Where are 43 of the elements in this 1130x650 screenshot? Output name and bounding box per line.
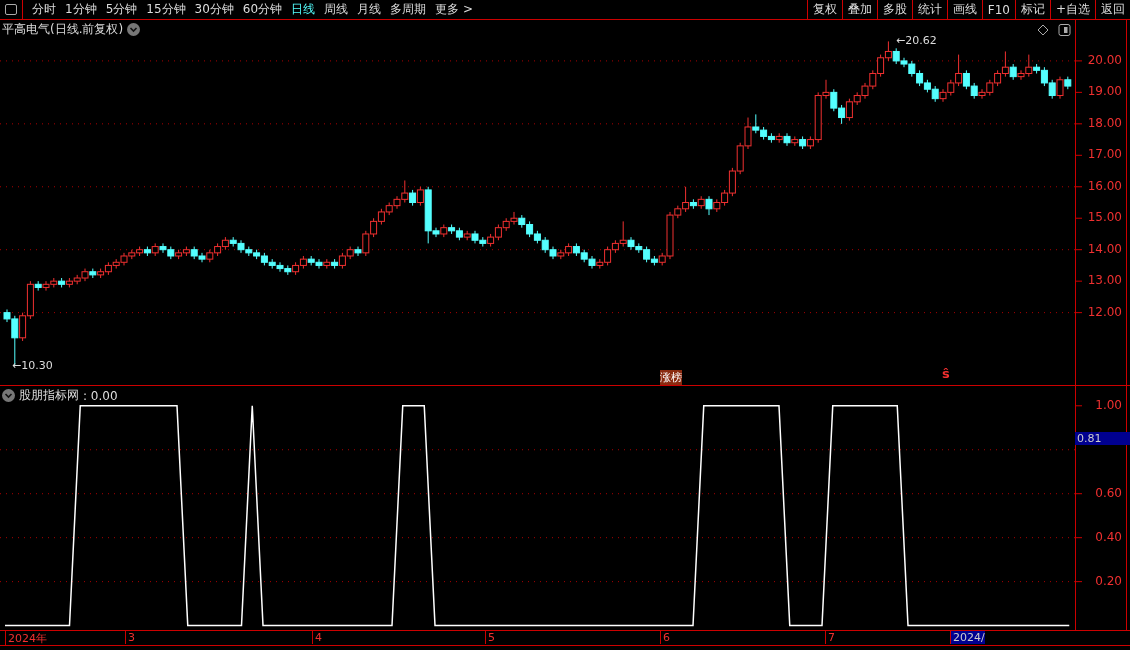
- dropdown-icon[interactable]: [2, 389, 15, 402]
- price-axis-label: 19.00: [1087, 84, 1122, 99]
- panel-toggle-icon[interactable]: [1058, 24, 1071, 36]
- period-tab[interactable]: 15分钟: [146, 1, 186, 18]
- price-axis-label: 18.00: [1087, 115, 1122, 130]
- limit-up-badge: 涨榜: [660, 370, 682, 385]
- date-axis-label: 2024/: [950, 631, 985, 644]
- low-price-label: ←10.30: [12, 359, 53, 372]
- period-tab[interactable]: 更多 >: [435, 1, 473, 18]
- price-axis-label: 16.00: [1087, 178, 1122, 193]
- dropdown-icon[interactable]: [127, 23, 141, 36]
- indicator-axis-label: 1.00: [1095, 397, 1122, 412]
- indicator-axis-label: 0.60: [1095, 485, 1122, 500]
- date-axis-label: 7: [825, 631, 835, 644]
- date-axis-label: 3: [125, 631, 135, 644]
- indicator-value: : 0.00: [83, 388, 118, 403]
- date-axis-label: 6: [660, 631, 670, 644]
- price-axis-label: 13.00: [1087, 273, 1122, 288]
- period-tab[interactable]: 5分钟: [105, 1, 138, 18]
- period-tab[interactable]: 1分钟: [65, 1, 97, 18]
- period-tab[interactable]: 分时: [32, 1, 56, 18]
- cursor-value-label: 0.81: [1075, 432, 1130, 445]
- price-axis-label: 20.00: [1087, 52, 1122, 67]
- signal-marker: ŝ: [942, 366, 950, 381]
- chart-title: 平高电气(日线.前复权): [2, 21, 124, 38]
- period-tab[interactable]: 日线: [291, 1, 316, 18]
- period-tab[interactable]: 多周期: [390, 1, 427, 18]
- period-tab[interactable]: 30分钟: [194, 1, 234, 18]
- period-tab[interactable]: 月线: [357, 1, 382, 18]
- indicator-axis-label: 0.20: [1095, 573, 1122, 588]
- high-price-label: ←20.62: [896, 34, 937, 47]
- indicator-name: 股朋指标网: [19, 387, 79, 404]
- date-axis-label: 5: [485, 631, 495, 644]
- price-axis-label: 12.00: [1087, 304, 1122, 319]
- date-axis-label: 2024年: [5, 631, 47, 646]
- price-axis-label: 15.00: [1087, 210, 1122, 225]
- price-axis-label: 14.00: [1087, 241, 1122, 256]
- date-axis-label: 4: [312, 631, 322, 644]
- indicator-axis-label: 0.40: [1095, 529, 1122, 544]
- diamond-icon[interactable]: [1037, 24, 1049, 36]
- period-tab[interactable]: 周线: [324, 1, 349, 18]
- price-axis-label: 17.00: [1087, 147, 1122, 162]
- period-tab[interactable]: 60分钟: [242, 1, 283, 18]
